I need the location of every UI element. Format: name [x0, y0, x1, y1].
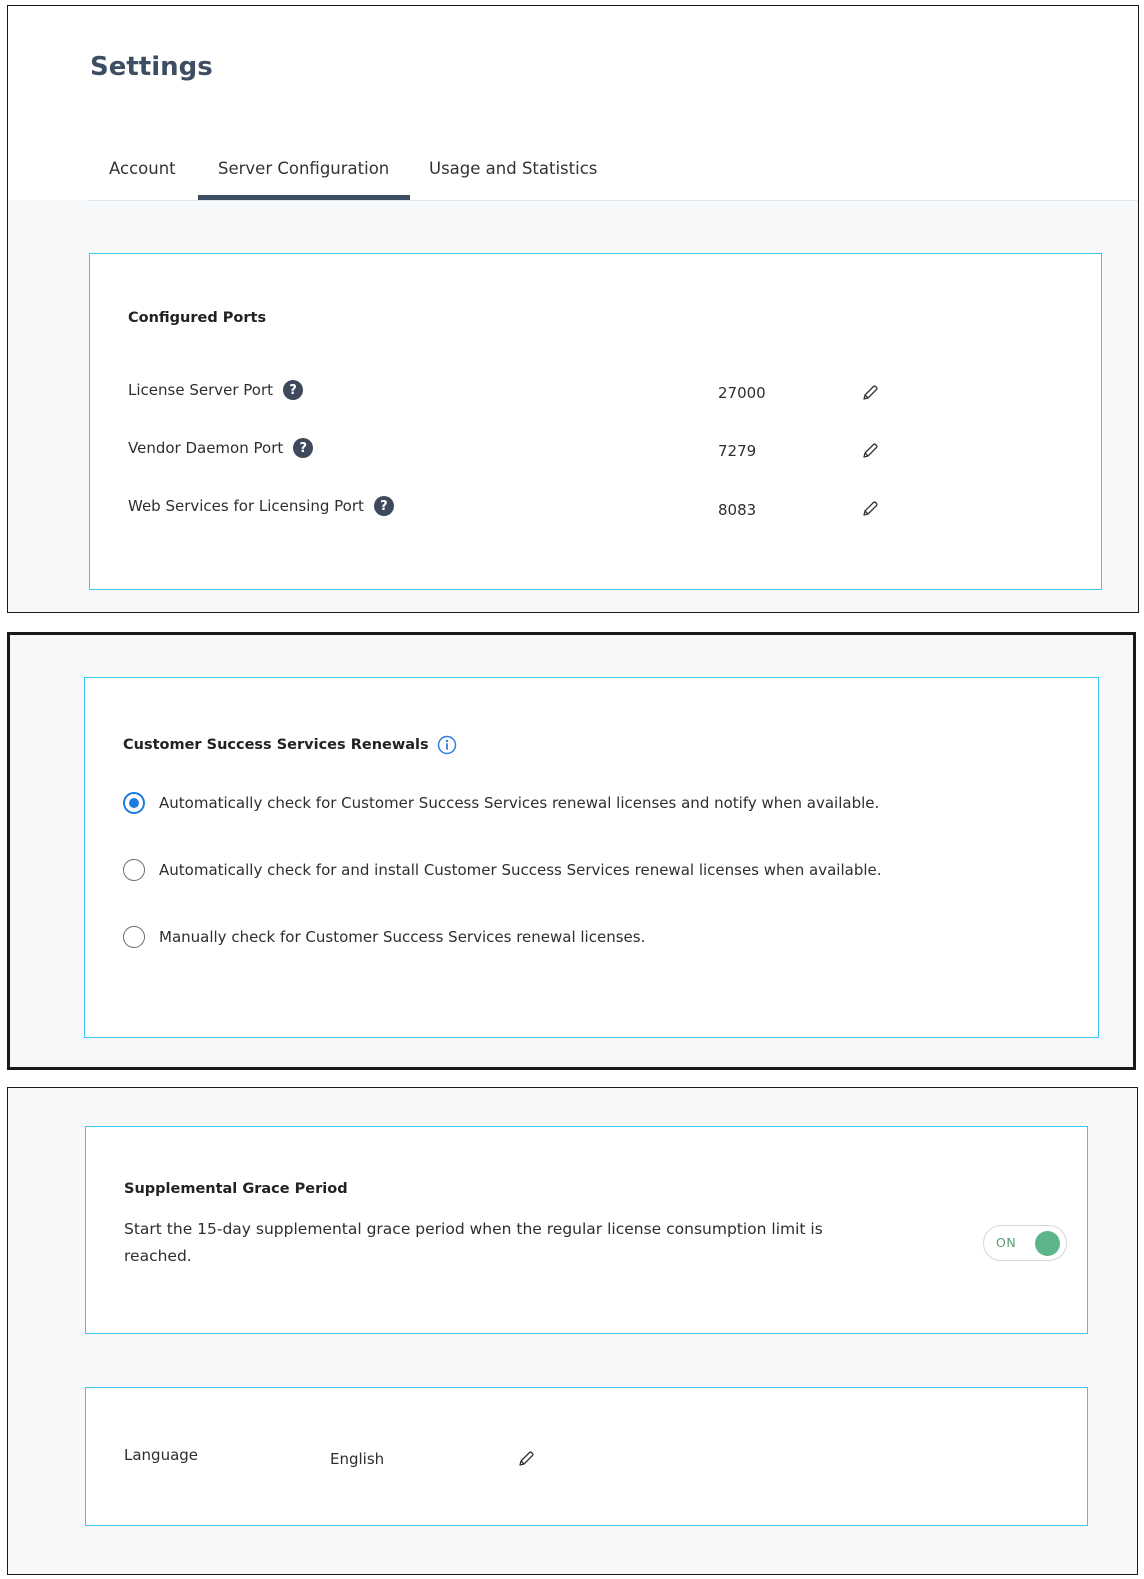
- grace-period-toggle[interactable]: ON: [983, 1225, 1067, 1261]
- vendor-daemon-port-label: Vendor Daemon Port: [128, 439, 284, 457]
- active-tab-indicator: [198, 195, 410, 200]
- pencil-icon[interactable]: [860, 383, 880, 403]
- language-value: English: [330, 1450, 385, 1468]
- language-card: Language English: [85, 1387, 1088, 1526]
- question-circle-icon[interactable]: ?: [293, 438, 314, 458]
- grace-title: Supplemental Grace Period: [124, 1181, 348, 1197]
- web-services-port-value: 8083: [718, 501, 757, 519]
- renewals-card: Customer Success Services Renewals Autom…: [84, 677, 1099, 1038]
- server-configuration-panel: Settings Account Server Configuration Us…: [7, 5, 1139, 613]
- configured-ports-title: Configured Ports: [128, 310, 267, 326]
- renewal-option-label: Automatically check for and install Cust…: [159, 861, 882, 879]
- grace-description: Start the 15-day supplemental grace peri…: [124, 1220, 823, 1265]
- tab-server-configuration[interactable]: Server Configuration: [218, 159, 389, 178]
- radio-button[interactable]: [123, 926, 145, 948]
- license-server-port-label-row: License Server Port ?: [128, 380, 304, 400]
- toggle-on-label: ON: [996, 1235, 1017, 1250]
- vendor-daemon-port-label-row: Vendor Daemon Port ?: [128, 438, 314, 458]
- tab-divider: [88, 200, 1138, 201]
- toggle-knob: [1035, 1231, 1060, 1256]
- configured-ports-card: Configured Ports License Server Port ? 2…: [89, 253, 1102, 590]
- web-services-port-label: Web Services for Licensing Port: [128, 497, 364, 515]
- pencil-icon[interactable]: [860, 441, 880, 461]
- vendor-daemon-port-value: 7279: [718, 442, 757, 460]
- license-server-port-label: License Server Port: [128, 381, 274, 399]
- radio-button-selected[interactable]: [123, 792, 145, 814]
- renewals-panel: Customer Success Services Renewals Autom…: [7, 632, 1136, 1070]
- renewal-option-install[interactable]: Automatically check for and install Cust…: [123, 859, 882, 881]
- radio-button[interactable]: [123, 859, 145, 881]
- question-circle-icon[interactable]: ?: [373, 496, 394, 516]
- pencil-icon[interactable]: [516, 1449, 536, 1469]
- renewal-option-label: Manually check for Customer Success Serv…: [159, 928, 646, 946]
- pencil-icon[interactable]: [860, 499, 880, 519]
- renewal-option-notify[interactable]: Automatically check for Customer Success…: [123, 792, 879, 814]
- question-circle-icon[interactable]: ?: [283, 380, 304, 400]
- renewal-option-label: Automatically check for Customer Success…: [159, 794, 880, 812]
- page-title: Settings: [90, 52, 213, 82]
- info-circle-icon[interactable]: [437, 735, 457, 755]
- renewals-title: Customer Success Services Renewals: [123, 737, 429, 753]
- renewals-title-row: Customer Success Services Renewals: [123, 735, 457, 755]
- tab-account[interactable]: Account: [109, 159, 176, 178]
- grace-language-panel: Supplemental Grace Period Start the 15-d…: [7, 1087, 1138, 1575]
- web-services-port-label-row: Web Services for Licensing Port ?: [128, 496, 394, 516]
- renewal-option-manual[interactable]: Manually check for Customer Success Serv…: [123, 926, 645, 948]
- language-label: Language: [124, 1446, 199, 1464]
- license-server-port-value: 27000: [718, 384, 766, 402]
- supplemental-grace-card: Supplemental Grace Period Start the 15-d…: [85, 1126, 1088, 1334]
- tab-usage-and-statistics[interactable]: Usage and Statistics: [429, 159, 597, 178]
